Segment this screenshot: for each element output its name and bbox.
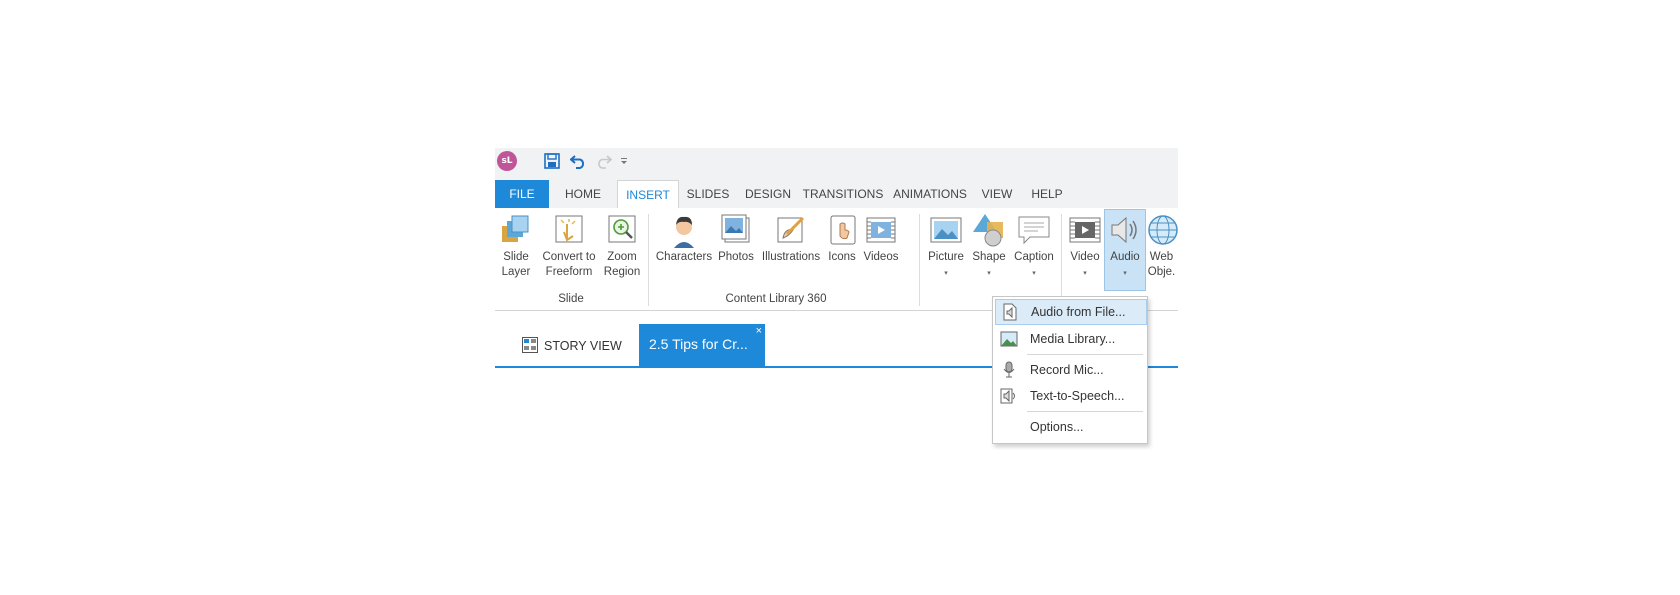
app-logo[interactable]: sL [497, 151, 517, 171]
zoom-region-icon [604, 210, 640, 250]
audio-button[interactable]: Audio ▾ [1104, 209, 1146, 291]
slide-layer-button[interactable]: Slide Layer [497, 210, 535, 280]
quick-access-toolbar: sL [495, 148, 1178, 182]
tab-insert[interactable]: INSERT [617, 180, 679, 210]
ribbon-tab-bar: FILE HOME INSERT SLIDES DESIGN TRANSITIO… [495, 180, 1178, 210]
hand-pointer-icon [825, 210, 861, 250]
tab-view[interactable]: VIEW [975, 180, 1019, 208]
group-separator [919, 214, 920, 306]
menu-item-media-library[interactable]: Media Library... [995, 327, 1145, 351]
shape-button[interactable]: Shape ▾ [969, 210, 1009, 281]
audio-dropdown-menu: Audio from File... Media Library... Reco… [992, 296, 1148, 444]
group-separator [648, 214, 649, 306]
videos-icon [863, 210, 899, 250]
speaker-icon [1107, 210, 1143, 250]
story-view-label: STORY VIEW [544, 339, 622, 353]
menu-item-options[interactable]: Options... [995, 415, 1145, 439]
characters-button[interactable]: Characters [655, 210, 713, 265]
picture-icon [928, 210, 964, 250]
tab-file[interactable]: FILE [495, 180, 549, 208]
current-slide-tab[interactable]: 2.5 Tips for Cr... × [639, 324, 765, 366]
tab-slides[interactable]: SLIDES [681, 180, 735, 208]
story-view-tab[interactable]: STORY VIEW [522, 334, 622, 358]
globe-icon [1145, 210, 1178, 250]
story-view-icon [522, 336, 538, 356]
current-slide-tab-label: 2.5 Tips for Cr... [649, 336, 748, 352]
group-label-content-library: Content Library 360 [725, 293, 827, 305]
menu-separator [1027, 354, 1143, 355]
tab-home[interactable]: HOME [553, 180, 613, 208]
video-button[interactable]: Video ▾ [1065, 210, 1105, 281]
photos-button[interactable]: Photos [715, 210, 757, 265]
photos-icon [718, 210, 754, 250]
tab-transitions[interactable]: TRANSITIONS [801, 180, 885, 208]
web-object-button[interactable]: Web Obje. [1145, 210, 1178, 280]
convert-to-freeform-button[interactable]: Convert to Freeform [539, 210, 599, 280]
picture-button[interactable]: Picture ▾ [925, 210, 967, 281]
redo-icon[interactable] [593, 150, 615, 172]
audio-file-icon [999, 301, 1021, 323]
microphone-icon [998, 359, 1020, 381]
zoom-region-button[interactable]: Zoom Region [601, 210, 643, 280]
group-label-slide: Slide [558, 293, 584, 305]
customize-qat-icon[interactable] [617, 150, 631, 172]
character-icon [666, 210, 702, 250]
caption-icon [1016, 210, 1052, 250]
text-to-speech-icon [998, 385, 1020, 407]
media-library-icon [998, 328, 1020, 350]
slide-layer-icon [498, 210, 534, 250]
shape-icon [971, 210, 1007, 250]
tab-help[interactable]: HELP [1025, 180, 1069, 208]
save-icon[interactable] [541, 150, 563, 172]
tab-design[interactable]: DESIGN [739, 180, 797, 208]
close-tab-icon[interactable]: × [756, 325, 762, 337]
menu-item-record-mic[interactable]: Record Mic... [995, 358, 1145, 382]
caption-button[interactable]: Caption ▾ [1011, 210, 1057, 281]
menu-separator [1027, 411, 1143, 412]
undo-icon[interactable] [567, 150, 589, 172]
freeform-icon [551, 210, 587, 250]
illustrations-icon [773, 210, 809, 250]
videos-button[interactable]: Videos [861, 210, 901, 265]
group-separator [1061, 214, 1062, 306]
illustrations-button[interactable]: Illustrations [759, 210, 823, 265]
video-icon [1067, 210, 1103, 250]
menu-item-audio-from-file[interactable]: Audio from File... [995, 299, 1147, 325]
icons-button[interactable]: Icons [825, 210, 859, 265]
tab-animations[interactable]: ANIMATIONS [889, 180, 971, 208]
menu-item-text-to-speech[interactable]: Text-to-Speech... [995, 384, 1145, 408]
